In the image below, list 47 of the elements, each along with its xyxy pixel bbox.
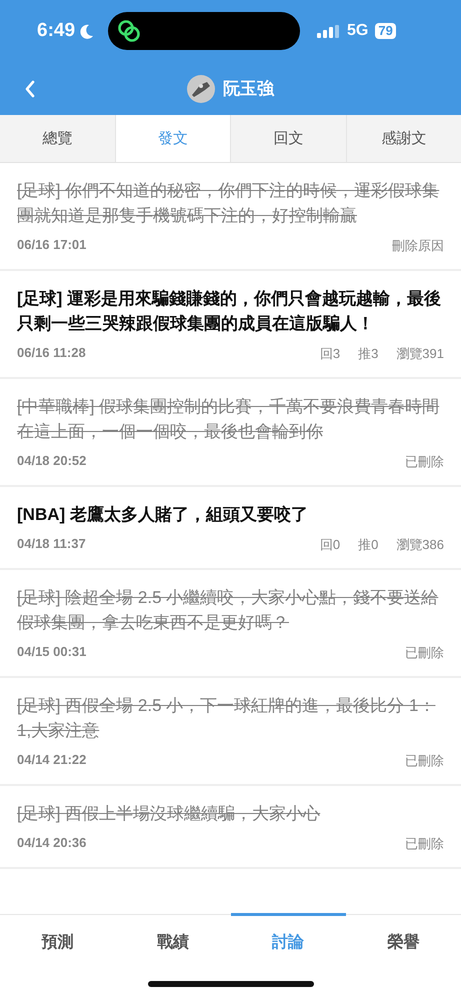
status-time: 6:49: [37, 20, 76, 42]
view-count: 瀏覽386: [396, 536, 444, 554]
post-time: 04/14 20:36: [17, 835, 86, 852]
post-item[interactable]: [足球] 運彩是用來騙錢賺錢的，你們只會越玩越輸，最後只剩一些三哭辣跟假球集團的成員在這版騙人！ 06/16 11:28 回3 推3 瀏覽391: [0, 271, 461, 379]
view-count: 瀏覽391: [396, 345, 444, 363]
battery-icon: 79: [375, 23, 396, 39]
post-time: 04/18 11:37: [17, 536, 86, 553]
network-label: 5G: [347, 22, 368, 40]
avatar-icon: [187, 74, 215, 102]
signal-icon: [317, 24, 340, 38]
post-title: [足球] 西假上半場沒球繼續騙，大家小心: [17, 803, 322, 825]
deleted-label: 已刪除: [405, 644, 444, 662]
post-item[interactable]: [足球] 你們不知道的秘密，你們下注的時候，運彩假球集團就知道是那隻手機號碼下注的，好控制輸贏 06/16 17:01 刪除原因: [0, 163, 461, 271]
reply-count: 回0: [320, 536, 340, 554]
post-time: 06/16 11:28: [17, 345, 86, 362]
post-item[interactable]: [NBA] 老鷹太多人賭了，組頭又要咬了 04/18 11:37 回0 推0 瀏覽386: [0, 487, 461, 570]
post-title: [足球] 你們不知道的秘密，你們下注的時候，運彩假球集團就知道是那隻手機號碼下注的，好控制輸贏: [17, 180, 440, 227]
post-item[interactable]: [足球] 西假全場 2.5 小，下一球紅牌的進，最後比分 1：1,大家注意 04/14 21:22 已刪除: [0, 678, 461, 786]
post-title: [足球] 西假全場 2.5 小，下一球紅牌的進，最後比分 1：1,大家注意: [17, 695, 436, 742]
page-title: 阮玉強: [223, 78, 274, 100]
post-item[interactable]: [中華職棒] 假球集團控制的比賽，千萬不要浪費青春時間在這上面，一個一個咬，最後也會輪到你 04/18 20:52 已刪除: [0, 379, 461, 487]
deleted-label: 已刪除: [405, 453, 444, 471]
post-title: [足球] 運彩是用來騙錢賺錢的，你們只會越玩越輸，最後只剩一些三哭辣跟假球集團的成員在這版騙人！: [17, 288, 442, 335]
nav-tab[interactable]: 預測: [0, 913, 116, 969]
nav-tab[interactable]: 榮譽: [346, 913, 461, 969]
post-time: 04/18 20:52: [17, 453, 86, 470]
tab[interactable]: 回文: [230, 115, 346, 162]
moon-icon: [80, 24, 94, 38]
deleted-label: 已刪除: [405, 835, 444, 853]
post-time: 06/16 17:01: [17, 237, 86, 254]
deleted-label: 刪除原因: [392, 237, 444, 255]
like-count: 推0: [358, 536, 378, 554]
post-item[interactable]: [足球] 西假上半場沒球繼續騙，大家小心 04/14 20:36 已刪除: [0, 786, 461, 869]
post-title: [NBA] 老鷹太多人賭了，組頭又要咬了: [17, 504, 309, 526]
linked-rings-icon: [116, 19, 142, 43]
reply-count: 回3: [320, 345, 340, 363]
deleted-label: 已刪除: [405, 752, 444, 770]
post-title: [足球] 陰超全場 2.5 小繼續咬，大家小心點，錢不要送給假球集團，拿去吃東西不是更好嗎？: [17, 587, 440, 634]
tab[interactable]: 總覽: [0, 115, 114, 162]
like-count: 推3: [358, 345, 378, 363]
tab[interactable]: 感謝文: [346, 115, 461, 162]
post-title: [中華職棒] 假球集團控制的比賽，千萬不要浪費青春時間在這上面，一個一個咬，最後也會輪到你: [17, 396, 440, 443]
post-time: 04/15 00:31: [17, 644, 86, 661]
post-time: 04/14 21:22: [17, 752, 86, 769]
post-item[interactable]: [足球] 陰超全場 2.5 小繼續咬，大家小心點，錢不要送給假球集團，拿去吃東西不是更好嗎？ 04/15 00:31 已刪除: [0, 570, 461, 678]
back-icon[interactable]: [24, 80, 36, 98]
nav-tab[interactable]: 戰績: [115, 913, 230, 969]
